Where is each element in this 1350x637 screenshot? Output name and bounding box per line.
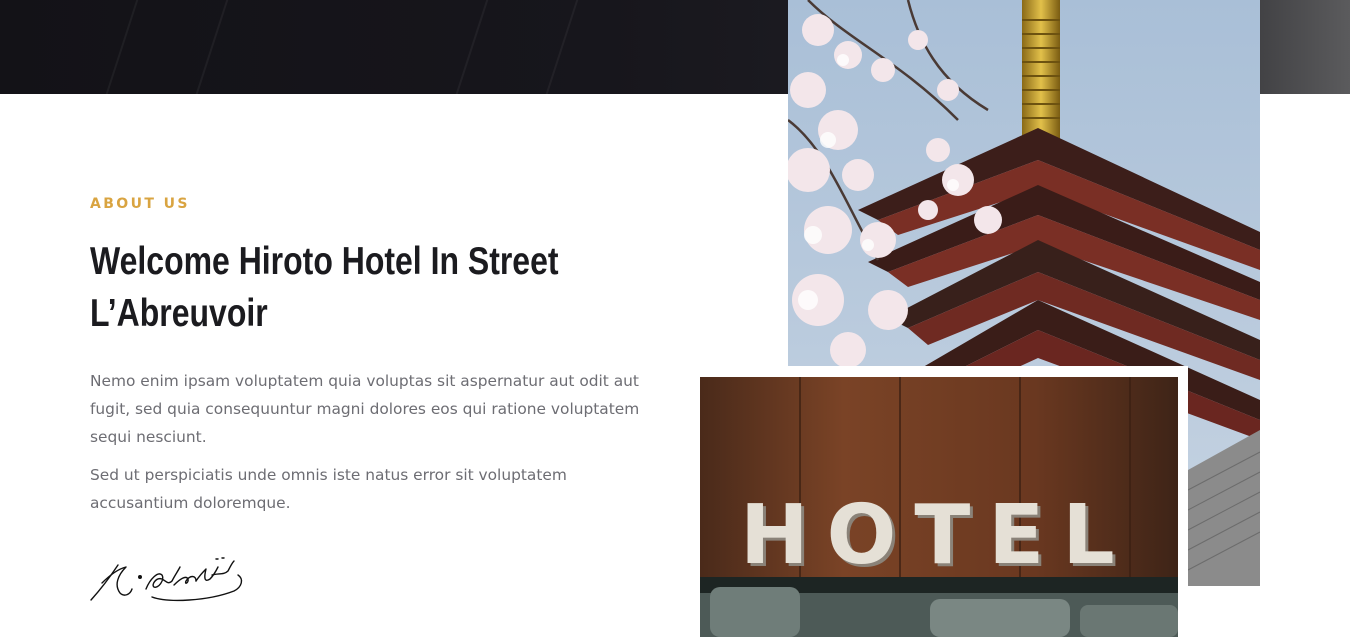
hotel-sign-photo: H O T E L xyxy=(700,377,1178,637)
section-title: Welcome Hiroto Hotel In Street L’Abreuvo… xyxy=(90,236,615,340)
hotel-sign-letter: L xyxy=(1062,488,1115,583)
signature-image xyxy=(88,545,248,607)
hotel-sign-letter: E xyxy=(988,488,1045,583)
section-title-line-1: Welcome Hiroto Hotel In Street xyxy=(90,240,559,283)
hotel-sign-letter: T xyxy=(914,488,971,583)
about-paragraph-1: Nemo enim ipsam voluptatem quia voluptas… xyxy=(90,372,640,446)
hotel-sign-letters: H O T E L xyxy=(740,495,1115,577)
hotel-sign-letter: O xyxy=(826,488,897,583)
section-title-line-2: L’Abreuvoir xyxy=(90,292,268,335)
hotel-sign-letter: H xyxy=(740,488,809,583)
section-tag: ABOUT US xyxy=(90,196,190,212)
about-paragraph-2: Sed ut perspiciatis unde omnis iste natu… xyxy=(90,466,567,512)
